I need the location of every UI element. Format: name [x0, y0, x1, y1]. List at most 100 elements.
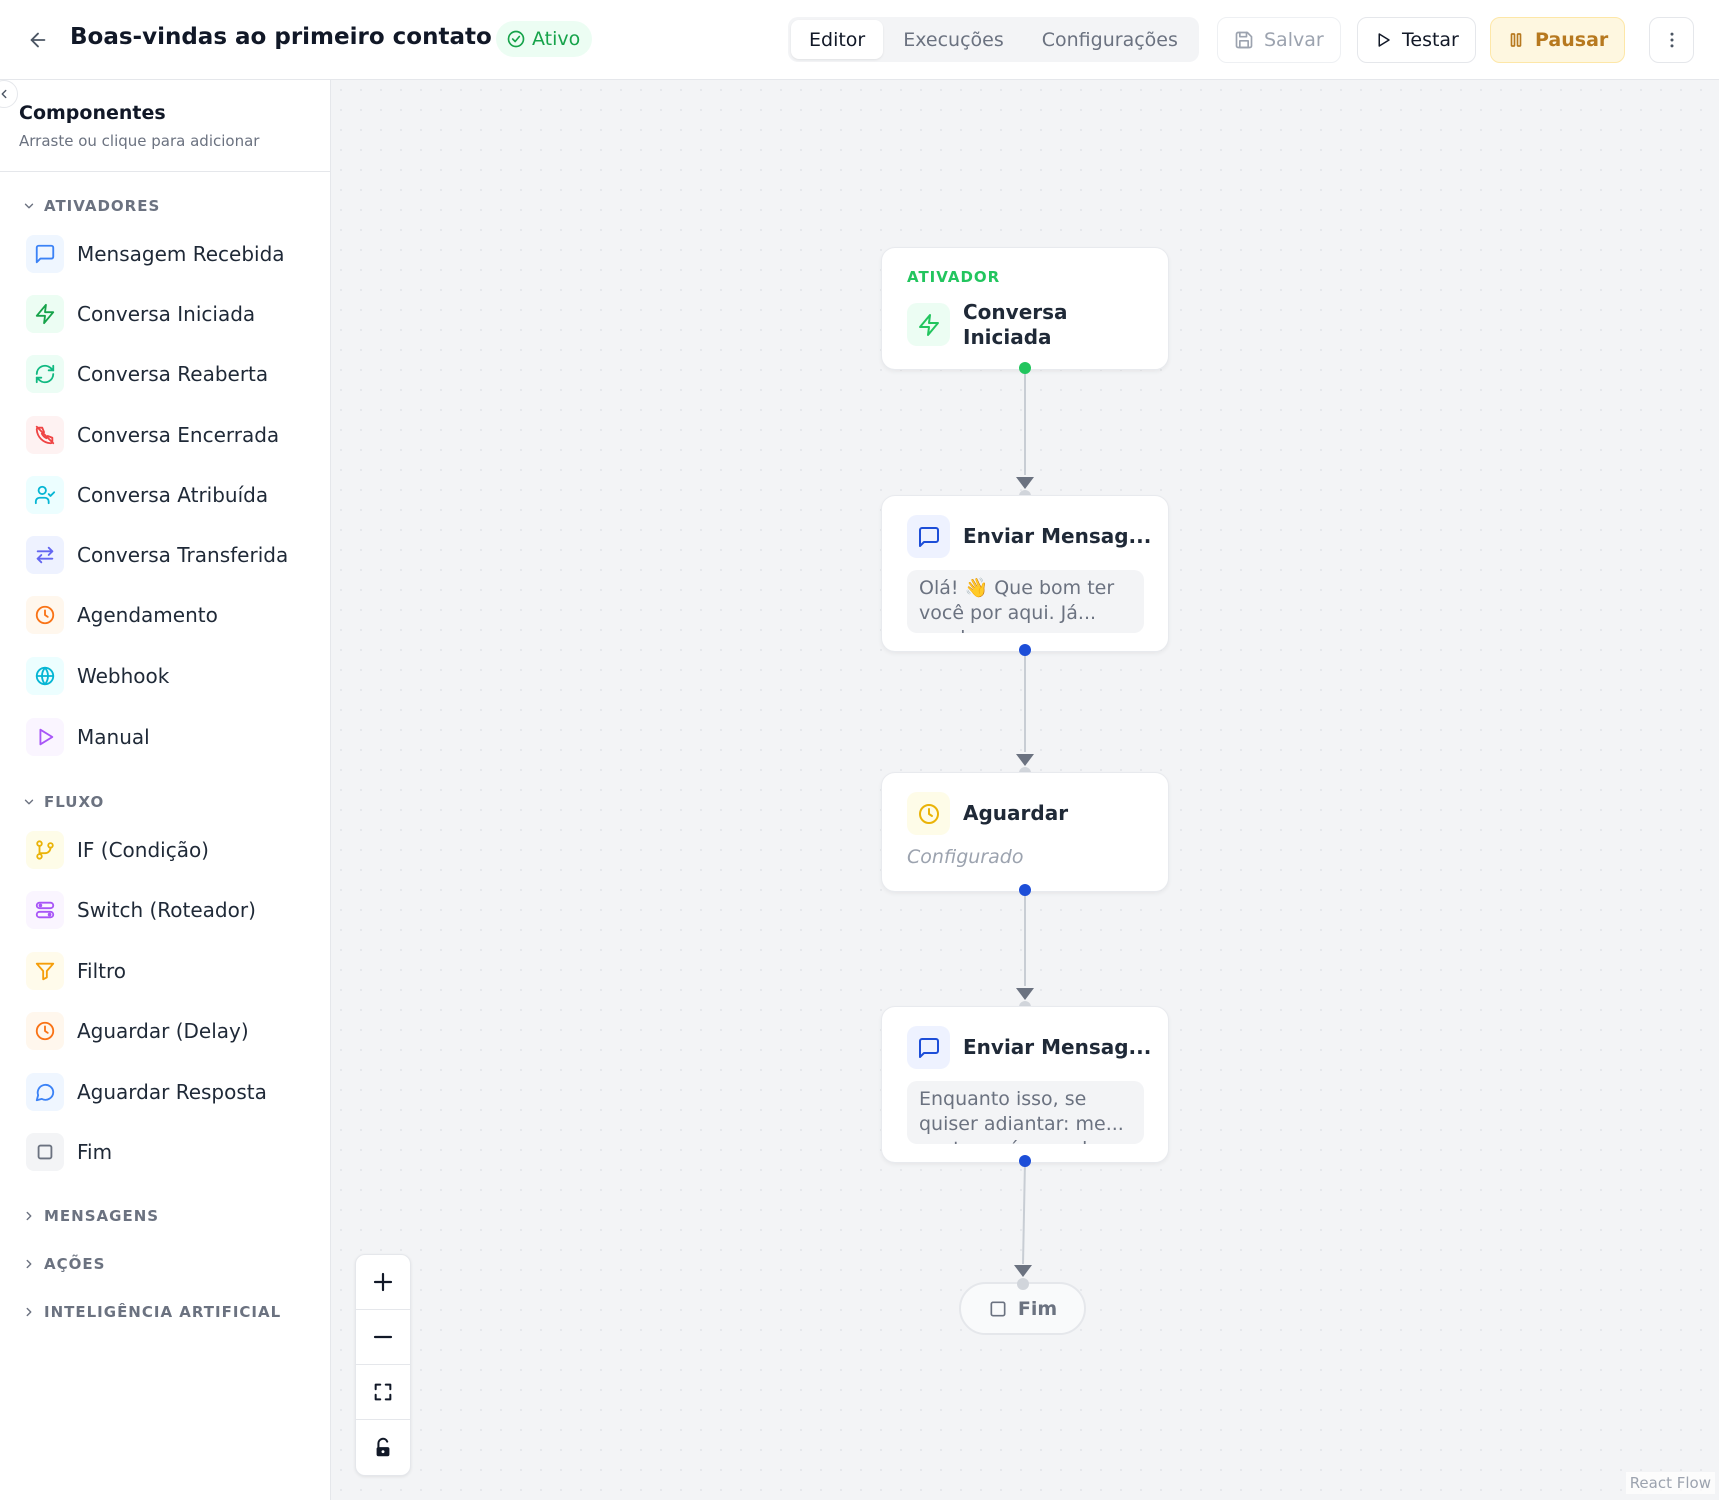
section-toggle-ai[interactable]: INTELIGÊNCIA ARTIFICIAL [22, 1303, 281, 1321]
trigger-node[interactable]: ATIVADOR Conversa Iniciada [881, 247, 1169, 370]
component-webhook[interactable]: Webhook [26, 657, 169, 695]
node-tag: ATIVADOR [907, 268, 1001, 286]
output-handle[interactable] [1019, 884, 1031, 896]
component-filter[interactable]: Filtro [26, 952, 126, 990]
unlock-icon [376, 1437, 390, 1456]
app-header: Boas-vindas ao primeiro contato Ativo Ed… [0, 0, 1719, 80]
tab-editor[interactable]: Editor [791, 20, 884, 59]
zoom-in-button[interactable] [356, 1255, 410, 1310]
message-circle-icon [26, 1073, 64, 1111]
tab-settings[interactable]: Configurações [1024, 20, 1196, 59]
sidebar-subtitle: Arraste ou clique para adicionar [19, 132, 260, 150]
maximize-icon [374, 1383, 392, 1401]
send-message-node[interactable]: Enviar Mensag... Enquanto isso, se quise… [881, 1006, 1169, 1163]
globe-icon [26, 657, 64, 695]
back-button[interactable] [22, 24, 54, 56]
components-sidebar: Componentes Arraste ou clique para adici… [0, 80, 331, 1500]
status-badge: Ativo [496, 21, 593, 57]
zap-icon [907, 303, 950, 346]
component-manual[interactable]: Manual [26, 718, 150, 756]
route-icon [26, 891, 64, 929]
status-label: Ativo [532, 28, 581, 50]
pause-button[interactable]: Pausar [1490, 17, 1626, 63]
output-handle[interactable] [1019, 1155, 1031, 1167]
check-circle-icon [507, 30, 525, 48]
component-conversation-closed[interactable]: Conversa Encerrada [26, 416, 279, 454]
component-conversation-started[interactable]: Conversa Iniciada [26, 295, 255, 333]
sidebar-title: Componentes [19, 102, 166, 124]
git-branch-icon [26, 831, 64, 869]
node-title: Enviar Mensag... [963, 1035, 1152, 1059]
chevron-down-icon [24, 799, 34, 805]
component-conversation-reopened[interactable]: Conversa Reaberta [26, 355, 268, 393]
component-label: IF (Condição) [77, 838, 209, 862]
send-message-node[interactable]: Enviar Mensag... Olá! 👋 Que bom ter você… [881, 495, 1169, 652]
plus-icon [373, 1272, 393, 1292]
lock-toggle-button[interactable] [356, 1420, 410, 1475]
component-message-received[interactable]: Mensagem Recebida [26, 235, 285, 273]
clock-icon [26, 1012, 64, 1050]
section-toggle-actions[interactable]: AÇÕES [22, 1255, 105, 1273]
wait-node[interactable]: Aguardar Configurado [881, 772, 1169, 892]
component-label: Conversa Iniciada [77, 302, 256, 326]
section-toggle-triggers[interactable]: ATIVADORES [22, 197, 160, 215]
section-toggle-messages[interactable]: MENSAGENS [22, 1207, 159, 1225]
square-icon [990, 1301, 1006, 1316]
test-label: Testar [1402, 29, 1459, 51]
sidebar-header: Componentes Arraste ou clique para adici… [0, 80, 330, 172]
square-icon [26, 1133, 64, 1171]
react-flow-attribution[interactable]: React Flow [1625, 1472, 1715, 1494]
clock-icon [26, 596, 64, 634]
section-label: FLUXO [44, 793, 105, 811]
component-if-condition[interactable]: IF (Condição) [26, 831, 209, 869]
message-preview: Enquanto isso, se quiser adiantar: me...… [907, 1081, 1144, 1144]
more-options-button[interactable] [1649, 17, 1694, 63]
test-button[interactable]: Testar [1357, 17, 1476, 63]
message-square-icon [907, 1026, 950, 1069]
message-preview: Olá! 👋 Que bom ter você por aqui. Já... … [907, 570, 1144, 633]
component-label: Conversa Reaberta [77, 362, 269, 386]
node-status: Configurado [907, 846, 1024, 868]
clock-icon [907, 792, 950, 835]
component-label: Manual [77, 725, 150, 749]
chevron-right-icon [26, 1211, 32, 1221]
component-switch-router[interactable]: Switch (Roteador) [26, 891, 256, 929]
fit-view-button[interactable] [356, 1365, 410, 1420]
component-conversation-transferred[interactable]: Conversa Transferida [26, 536, 288, 574]
component-wait-response[interactable]: Aguardar Resposta [26, 1073, 267, 1111]
chevron-right-icon [26, 1259, 32, 1269]
play-icon [26, 718, 64, 756]
component-conversation-assigned[interactable]: Conversa Atribuída [26, 476, 268, 514]
tab-executions[interactable]: Execuções [885, 20, 1022, 59]
play-icon [1378, 33, 1390, 47]
component-label: Conversa Encerrada [77, 423, 280, 447]
zap-icon [26, 295, 64, 333]
minus-icon [373, 1335, 393, 1339]
save-label: Salvar [1264, 29, 1324, 51]
zoom-out-button[interactable] [356, 1310, 410, 1365]
chevron-down-icon [24, 203, 34, 209]
chevron-right-icon [26, 1307, 32, 1317]
component-schedule[interactable]: Agendamento [26, 596, 218, 634]
component-label: Conversa Transferida [77, 543, 289, 567]
section-toggle-flow[interactable]: FLUXO [22, 793, 104, 811]
section-label: AÇÕES [44, 1255, 106, 1273]
component-label: Mensagem Recebida [77, 242, 285, 266]
node-title: Aguardar [963, 801, 1069, 825]
arrow-left-icon [30, 32, 46, 48]
input-handle[interactable] [1017, 1278, 1029, 1290]
component-end[interactable]: Fim [26, 1133, 112, 1171]
message-square-icon [907, 515, 950, 558]
component-label: Conversa Atribuída [77, 483, 269, 507]
filter-icon [26, 952, 64, 990]
zoom-controls [355, 1254, 411, 1476]
component-label: Aguardar (Delay) [77, 1019, 249, 1043]
section-label: MENSAGENS [44, 1207, 160, 1225]
output-handle[interactable] [1019, 644, 1031, 656]
save-button[interactable]: Salvar [1217, 17, 1341, 63]
output-handle[interactable] [1019, 362, 1031, 374]
component-label: Webhook [77, 664, 170, 688]
component-delay[interactable]: Aguardar (Delay) [26, 1012, 249, 1050]
pause-icon [1510, 33, 1522, 47]
more-vertical-icon [1670, 32, 1673, 48]
